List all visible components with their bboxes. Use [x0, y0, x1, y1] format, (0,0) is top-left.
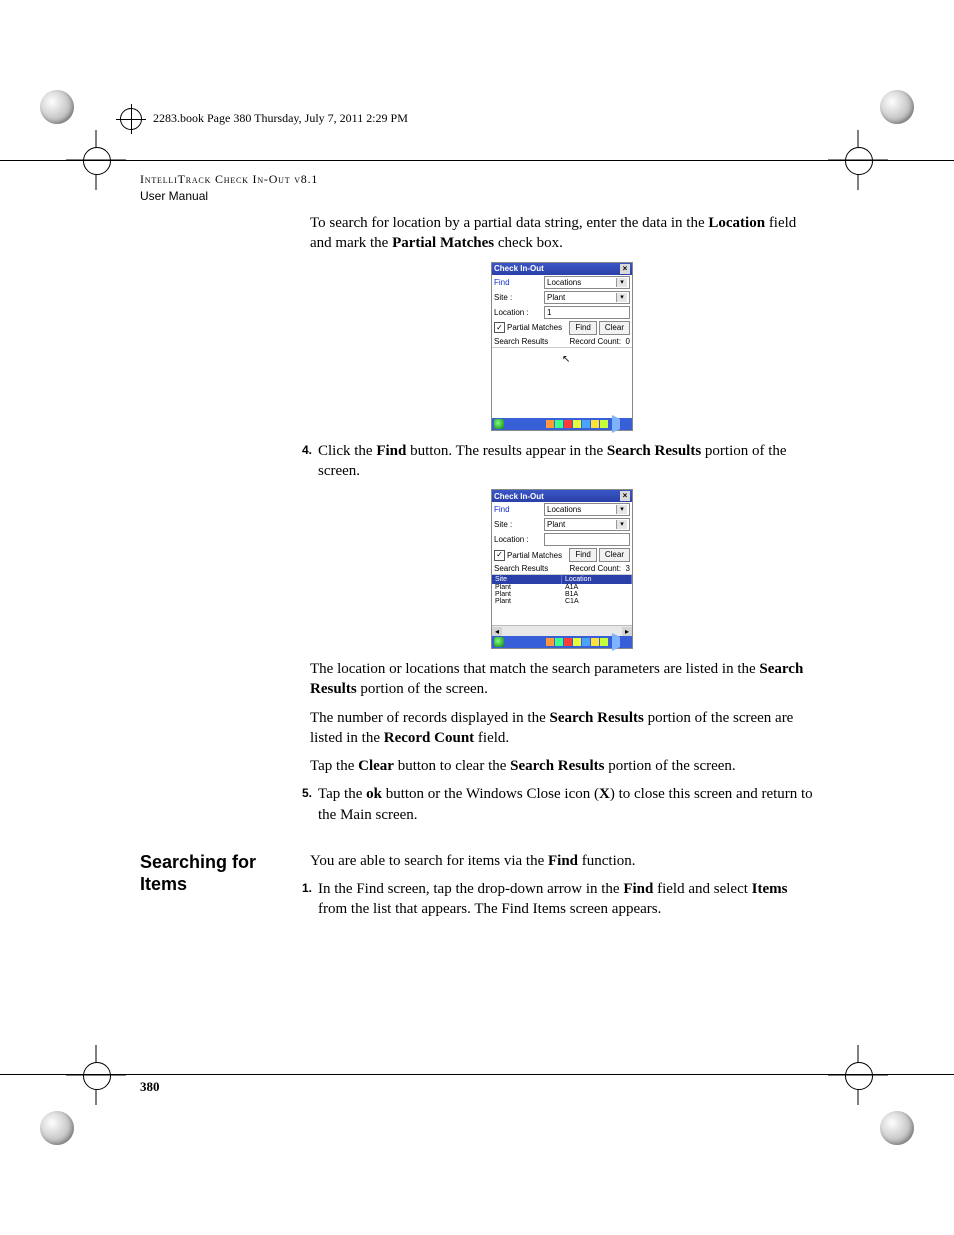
column-header-location[interactable]: Location	[562, 575, 632, 584]
close-icon[interactable]: ×	[620, 264, 630, 274]
register-mark-icon	[30, 1101, 84, 1155]
crop-mark-icon	[66, 1045, 126, 1105]
intro-paragraph: To search for location by a partial data…	[310, 213, 814, 254]
results-area-empty: ↖	[492, 347, 632, 418]
search-results-label: Search Results	[494, 337, 548, 346]
doc-subtitle: User Manual	[140, 189, 814, 203]
location-label: Location :	[494, 308, 542, 317]
taskbar	[492, 636, 632, 648]
crop-mark-icon	[828, 1045, 888, 1105]
column-header-site[interactable]: Site	[492, 575, 562, 584]
start-icon[interactable]	[494, 637, 504, 647]
step-4: 4. Click the Find button. The results ap…	[288, 441, 814, 482]
horizontal-scrollbar[interactable]: ◂▸	[492, 625, 632, 636]
find-button[interactable]: Find	[569, 321, 597, 335]
results-area: Site Location PlantA1A PlantB1A PlantC1A	[492, 574, 632, 625]
table-row[interactable]: PlantB1A	[492, 591, 632, 598]
find-dropdown[interactable]: Locations▾	[544, 503, 630, 516]
register-mark-icon	[30, 80, 84, 134]
search-results-label: Search Results	[494, 564, 548, 573]
para-clear: Tap the Clear button to clear the Search…	[310, 756, 814, 776]
location-input[interactable]: 1	[544, 306, 630, 319]
partial-matches-checkbox[interactable]: ✓ Partial Matches	[494, 550, 562, 561]
close-icon[interactable]: ×	[620, 491, 630, 501]
find-locations-screenshot-2: Check In-Out × Find Locations▾ Site : Pl…	[491, 489, 633, 649]
sip-icon[interactable]	[612, 633, 630, 651]
clear-button[interactable]: Clear	[599, 321, 630, 335]
section-step-1: 1. In the Find screen, tap the drop-down…	[288, 879, 814, 920]
site-label: Site :	[494, 520, 542, 529]
section-heading: Searching for Items	[140, 851, 290, 896]
table-row[interactable]: PlantC1A	[492, 598, 632, 605]
running-header-text: 2283.book Page 380 Thursday, July 7, 201…	[153, 111, 408, 125]
record-count: Record Count: 3	[570, 564, 631, 573]
chevron-down-icon[interactable]: ▾	[616, 520, 627, 529]
partial-matches-checkbox[interactable]: ✓ Partial Matches	[494, 322, 562, 333]
site-label: Site :	[494, 293, 542, 302]
location-label: Location :	[494, 535, 542, 544]
section-intro: You are able to search for items via the…	[310, 851, 814, 871]
sip-icon[interactable]	[612, 415, 630, 433]
checkbox-checked-icon: ✓	[494, 322, 505, 333]
register-mark-icon	[870, 1101, 924, 1155]
find-label: Find	[494, 505, 542, 514]
record-count: Record Count: 0	[570, 337, 631, 346]
scroll-left-icon[interactable]: ◂	[492, 627, 502, 636]
product-title: IntelliTrack Check In-Out v8.1	[140, 172, 814, 187]
taskbar	[492, 418, 632, 430]
running-header: 2283.book Page 380 Thursday, July 7, 201…	[120, 108, 408, 130]
find-label: Find	[494, 278, 542, 287]
table-row[interactable]: PlantA1A	[492, 584, 632, 591]
register-mark-icon	[870, 80, 924, 134]
find-locations-screenshot-1: Check In-Out × Find Locations▾ Site : Pl…	[491, 262, 633, 431]
location-input[interactable]	[544, 533, 630, 546]
crop-line	[0, 160, 954, 161]
site-dropdown[interactable]: Plant▾	[544, 518, 630, 531]
para-match: The location or locations that match the…	[310, 659, 814, 700]
checkbox-checked-icon: ✓	[494, 550, 505, 561]
cursor-icon: ↖	[562, 354, 570, 365]
chevron-down-icon[interactable]: ▾	[616, 278, 627, 287]
para-count: The number of records displayed in the S…	[310, 708, 814, 749]
step-5: 5. Tap the ok button or the Windows Clos…	[288, 784, 814, 825]
chevron-down-icon[interactable]: ▾	[616, 293, 627, 302]
chevron-down-icon[interactable]: ▾	[616, 505, 627, 514]
pda-title: Check In-Out	[494, 492, 544, 501]
find-dropdown[interactable]: Locations▾	[544, 276, 630, 289]
find-button[interactable]: Find	[569, 548, 597, 562]
site-dropdown[interactable]: Plant▾	[544, 291, 630, 304]
system-tray	[546, 638, 608, 646]
crop-ring-icon	[120, 108, 142, 130]
start-icon[interactable]	[494, 419, 504, 429]
page-number: 380	[140, 1079, 160, 1095]
clear-button[interactable]: Clear	[599, 548, 630, 562]
pda-title: Check In-Out	[494, 264, 544, 273]
system-tray	[546, 420, 608, 428]
